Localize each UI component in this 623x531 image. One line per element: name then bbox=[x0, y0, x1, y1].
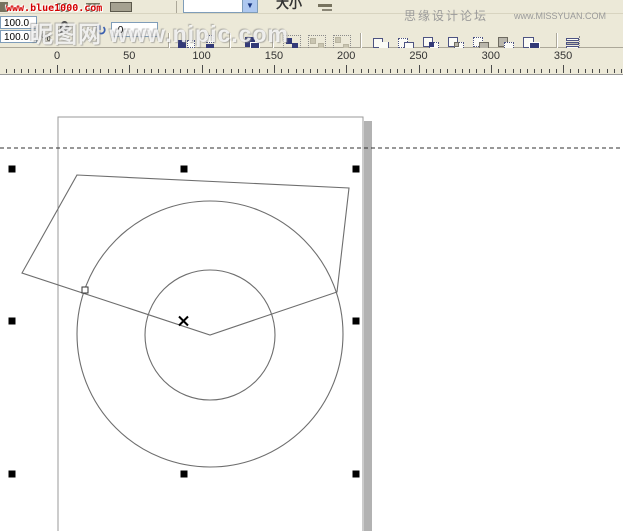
curve-start-node[interactable] bbox=[82, 287, 88, 293]
watermark-blue1000: www.blue1000.com bbox=[6, 3, 102, 14]
selection-handle[interactable] bbox=[9, 166, 16, 173]
selection-handle[interactable] bbox=[9, 318, 16, 325]
selection-handle[interactable] bbox=[9, 471, 16, 478]
page bbox=[58, 117, 363, 531]
selection-handle[interactable] bbox=[353, 166, 360, 173]
watermark-missyuan-url: www.MISSYUAN.COM bbox=[514, 11, 606, 21]
app-window: ▼ 大小 % ↻ bbox=[0, 0, 623, 531]
canvas-overlay bbox=[0, 0, 623, 531]
selection-handle[interactable] bbox=[353, 471, 360, 478]
watermark-missyuan-forum: 思缘设计论坛 bbox=[404, 7, 488, 24]
selection-handle[interactable] bbox=[353, 318, 360, 325]
selection-handle[interactable] bbox=[181, 471, 188, 478]
page-shadow bbox=[364, 121, 372, 531]
watermark-nipic: 昵图网 www.nipic.com bbox=[30, 15, 289, 49]
selection-handle[interactable] bbox=[181, 166, 188, 173]
